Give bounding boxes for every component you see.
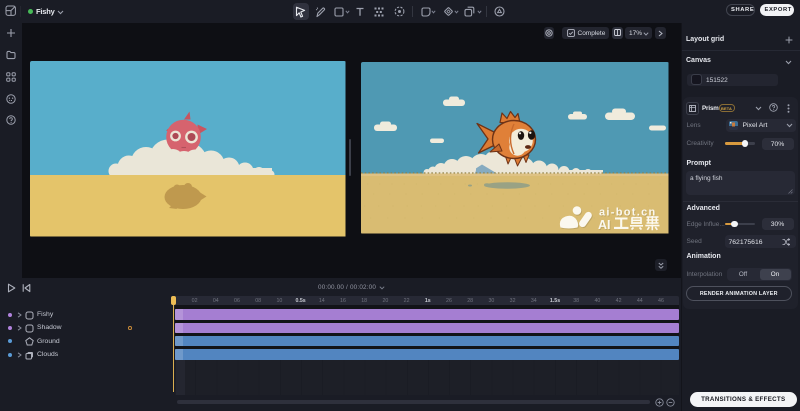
- svg-text:AI: AI: [598, 218, 611, 232]
